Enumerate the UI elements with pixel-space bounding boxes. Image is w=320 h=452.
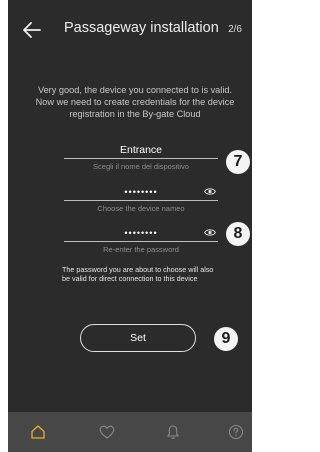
home-icon[interactable] [30,424,46,440]
device-name-field[interactable]: Entrance Scegli il nome del dispositivo [64,142,218,171]
help-icon[interactable] [228,424,244,440]
password-field[interactable]: •••••••• Choose the device nameo [64,184,218,213]
password-hint: Choose the device nameo [97,204,185,213]
device-name-hint: Scegli il nome del dispositivo [93,162,189,171]
set-button[interactable]: Set [80,324,196,352]
device-name-input[interactable]: Entrance [64,142,218,159]
page-title: Passageway installation [64,20,219,36]
back-arrow-icon[interactable] [22,20,42,40]
step-indicator: 2/6 [228,24,242,35]
app-screen: Passageway installation 2/6 Very good, t… [8,0,252,452]
callout-badge-9: 9 [214,327,238,351]
confirm-password-input[interactable]: •••••••• [64,225,218,242]
password-note: The password you are about to choose wil… [62,265,214,283]
confirm-password-field[interactable]: •••••••• Re-enter the password [64,225,218,254]
heart-icon[interactable] [99,424,115,440]
password-mask: •••••••• [124,187,158,197]
bottom-tab-bar [8,412,252,452]
password-input[interactable]: •••••••• [64,184,218,201]
callout-badge-8: 8 [226,222,250,246]
confirm-password-mask: •••••••• [124,228,158,238]
header: Passageway installation 2/6 [8,0,252,60]
eye-icon[interactable] [204,228,216,237]
bell-icon[interactable] [165,424,181,440]
eye-icon[interactable] [204,187,216,196]
callout-badge-7: 7 [226,150,250,174]
confirm-password-hint: Re-enter the password [103,245,179,254]
intro-text: Very good, the device you connected to i… [35,85,235,119]
